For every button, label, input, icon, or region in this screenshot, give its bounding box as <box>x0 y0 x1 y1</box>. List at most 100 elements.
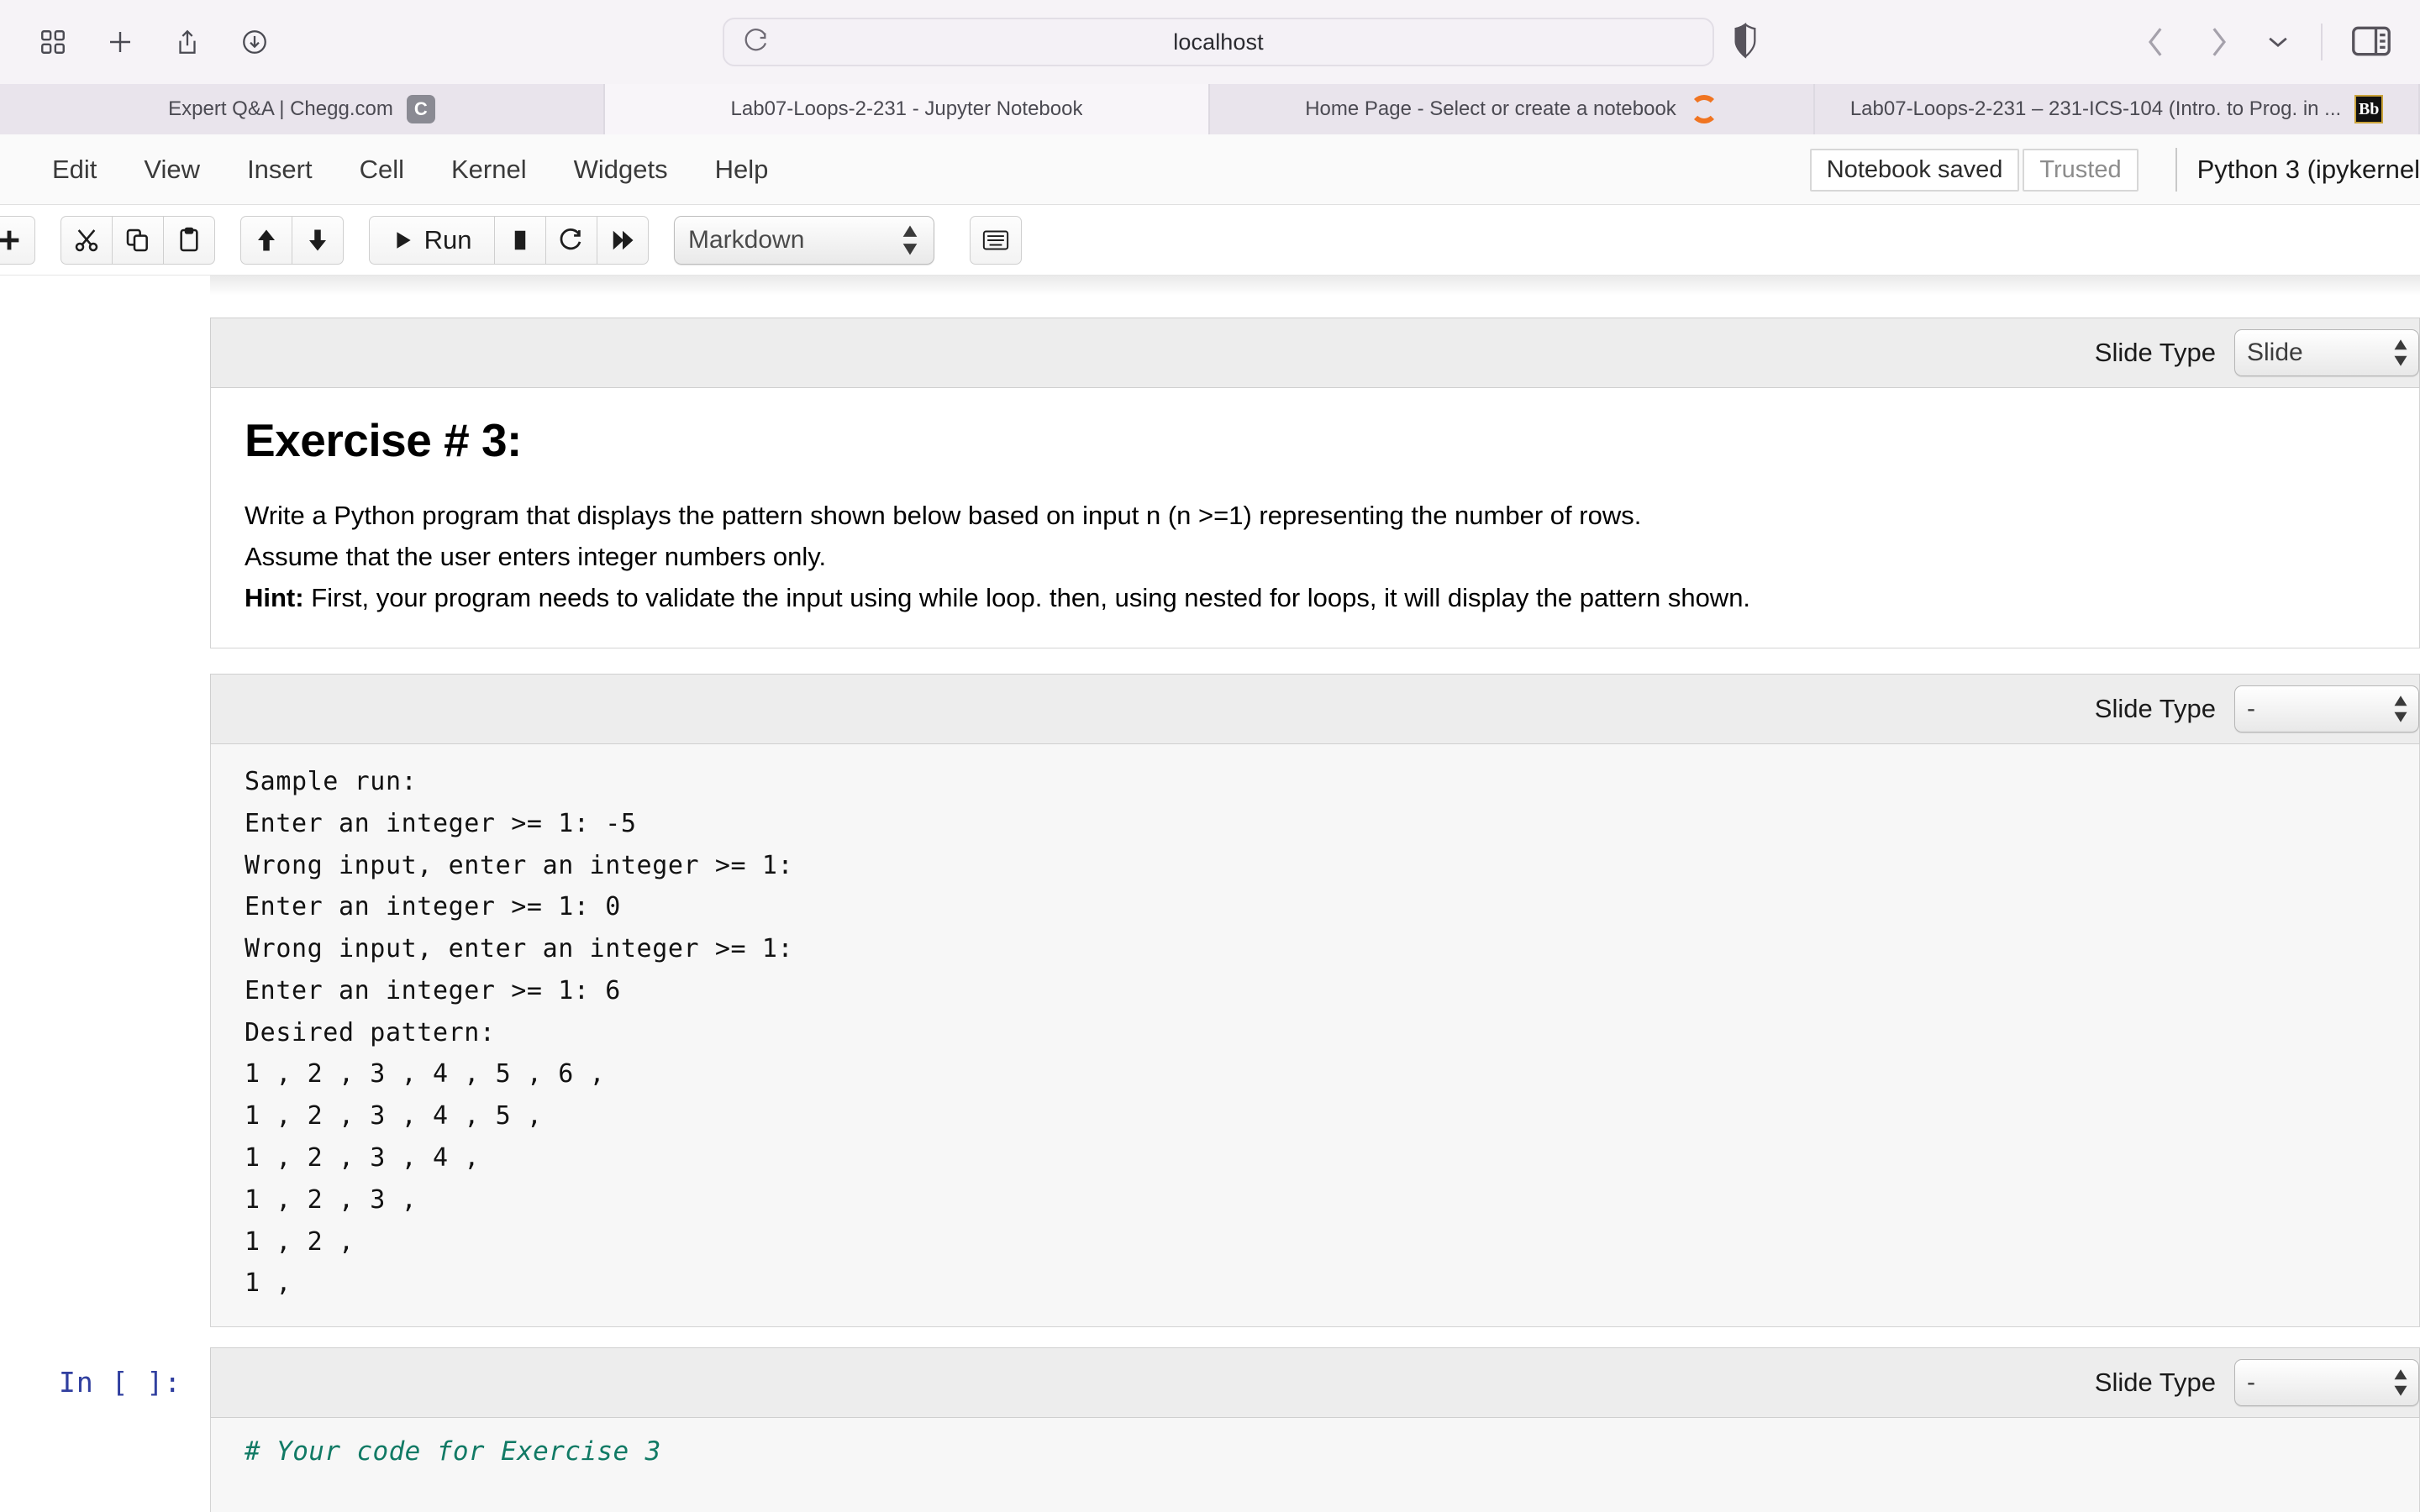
notebook-body: Slide Type Slide Exercise # 3: Write a P… <box>0 276 2420 1512</box>
toolbar-group-insert <box>0 215 35 265</box>
markdown-paragraph-1: Write a Python program that displays the… <box>245 501 1642 530</box>
restart-icon <box>559 227 584 254</box>
plus-icon[interactable] <box>101 23 139 61</box>
plus-icon <box>0 226 24 255</box>
hint-text: First, your program needs to validate th… <box>303 582 1751 612</box>
markdown-paragraph-2: Assume that the user enters integer numb… <box>245 541 827 571</box>
download-icon[interactable] <box>235 23 274 61</box>
chevron-right-icon[interactable] <box>2202 22 2235 62</box>
slide-type-select[interactable]: Slide <box>2234 329 2419 376</box>
grid-icon[interactable] <box>34 23 72 61</box>
markdown-paragraph-3-hint: Hint: First, your program needs to valid… <box>245 578 2386 619</box>
browser-toolbar: localhost <box>0 0 2420 84</box>
browser-toolbar-left-group <box>34 23 274 61</box>
copy-cell-button[interactable] <box>112 215 164 265</box>
arrow-down-icon <box>305 227 330 254</box>
toolbar-group-move <box>240 215 344 265</box>
interrupt-kernel-button[interactable] <box>494 215 546 265</box>
notebook-cell-sample-run[interactable]: Slide Type - Sample run: Enter an intege… <box>210 673 2420 1328</box>
toolbar-group-run: Run <box>369 215 649 265</box>
browser-tab-home-page[interactable]: Home Page - Select or create a notebook <box>1210 84 1815 134</box>
slide-type-select[interactable]: - <box>2234 1359 2419 1407</box>
address-bar-container: localhost <box>723 17 1714 67</box>
move-cell-down-button[interactable] <box>292 215 344 265</box>
slide-type-value: Slide <box>2247 339 2303 366</box>
slide-type-select[interactable]: - <box>2234 685 2419 732</box>
blackboard-favicon-icon: Bb <box>2354 95 2384 123</box>
notebook-cell-code-input-wrap: In [ ]: Slide Type - # Your code for Exe… <box>0 1347 2420 1512</box>
browser-tab-jupyter-notebook[interactable]: Lab07-Loops-2-231 - Jupyter Notebook <box>605 84 1210 134</box>
paste-cell-button[interactable] <box>163 215 215 265</box>
toolbar-divider <box>2321 24 2323 60</box>
kernel-indicator[interactable]: Python 3 (ipykernel <box>2197 155 2420 185</box>
restart-kernel-button[interactable] <box>545 215 597 265</box>
notebook-saved-status: Notebook saved <box>1809 148 2020 192</box>
browser-chrome: localhost Expert Q&A | Chegg.com C Lab07… <box>0 0 2420 134</box>
menu-kernel[interactable]: Kernel <box>428 134 550 205</box>
jupyter-toolbar: Run Markdown <box>0 205 2420 276</box>
chevron-left-icon[interactable] <box>2139 22 2173 62</box>
page-title: Exercise # 3: <box>245 414 522 466</box>
slide-type-label: Slide Type <box>2094 338 2216 367</box>
notebook-cell-markdown-exercise3[interactable]: Slide Type Slide Exercise # 3: Write a P… <box>210 318 2420 648</box>
cell-type-select[interactable]: Markdown <box>674 215 934 265</box>
cut-cell-button[interactable] <box>60 215 113 265</box>
menubar-divider <box>2175 148 2177 192</box>
menu-insert[interactable]: Insert <box>224 134 336 205</box>
reload-icon[interactable] <box>741 28 770 56</box>
menu-help[interactable]: Help <box>692 134 792 205</box>
menu-view[interactable]: View <box>120 134 224 205</box>
menu-cell[interactable]: Cell <box>336 134 428 205</box>
sidebar-toggle-icon[interactable] <box>2351 25 2391 59</box>
move-cell-up-button[interactable] <box>240 215 292 265</box>
shield-icon[interactable] <box>1731 22 1760 60</box>
play-icon <box>392 228 414 252</box>
browser-tab-blackboard[interactable]: Lab07-Loops-2-231 – 231-ICS-104 (Intro. … <box>1815 84 2420 134</box>
keyboard-icon <box>982 228 1009 252</box>
slide-type-label: Slide Type <box>2094 693 2216 723</box>
trusted-status-button[interactable]: Trusted <box>2023 148 2139 192</box>
notebook-cell-code-input[interactable]: Slide Type - # Your code for Exercise 3 <box>210 1347 2420 1512</box>
address-bar[interactable]: localhost <box>723 18 1714 66</box>
arrow-up-icon <box>254 227 279 254</box>
restart-and-run-all-button[interactable] <box>597 215 649 265</box>
menu-edit[interactable]: Edit <box>29 134 120 205</box>
browser-tab-chegg[interactable]: Expert Q&A | Chegg.com C <box>0 84 605 134</box>
scissors-icon <box>73 227 100 254</box>
scroll-shadow <box>210 276 2420 296</box>
code-editor-area[interactable]: # Your code for Exercise 3 <box>210 1418 2420 1512</box>
browser-toolbar-right-group <box>2139 22 2391 62</box>
input-prompt: In [ ]: <box>59 1366 182 1399</box>
copy-icon <box>124 227 151 254</box>
chevron-down-icon[interactable] <box>2264 28 2292 56</box>
code-editor-text: # Your code for Exercise 3 <box>245 1436 661 1467</box>
run-cell-button[interactable]: Run <box>369 215 495 265</box>
menu-widgets[interactable]: Widgets <box>550 134 692 205</box>
fast-forward-icon <box>609 228 636 253</box>
menubar-status-group: Notebook saved Trusted Python 3 (ipykern… <box>1809 134 2420 205</box>
hint-prefix: Hint: <box>245 582 304 612</box>
stop-square-icon <box>508 227 533 254</box>
share-icon[interactable] <box>168 23 207 61</box>
stepper-arrows-icon <box>2393 1369 2408 1397</box>
jupyter-menubar: Edit View Insert Cell Kernel Widgets Hel… <box>0 134 2420 205</box>
loading-spinner-icon <box>1689 95 1718 123</box>
cell-slide-type-bar: Slide Type - <box>210 673 2420 744</box>
paste-icon <box>176 227 203 254</box>
slide-type-label: Slide Type <box>2094 1368 2216 1398</box>
toolbar-group-clipboard <box>60 215 215 265</box>
stepper-arrows-icon <box>2393 339 2408 366</box>
cell-type-value: Markdown <box>688 225 805 254</box>
browser-tab-label: Lab07-Loops-2-231 - Jupyter Notebook <box>730 97 1083 120</box>
cell-slide-type-bar: Slide Type Slide <box>210 318 2420 388</box>
markdown-cell-content[interactable]: Exercise # 3: Write a Python program tha… <box>210 388 2420 648</box>
browser-tab-label: Expert Q&A | Chegg.com <box>168 97 393 120</box>
slide-type-value: - <box>2247 1368 2255 1397</box>
keyboard-shortcut-button[interactable] <box>970 215 1022 265</box>
stepper-arrows-icon <box>902 225 918 255</box>
tab-strip: Expert Q&A | Chegg.com C Lab07-Loops-2-2… <box>0 84 2420 134</box>
toolbar-group-keyboard <box>970 215 1022 265</box>
insert-cell-below-button[interactable] <box>0 215 35 265</box>
sample-run-output[interactable]: Sample run: Enter an integer >= 1: -5 Wr… <box>210 743 2420 1328</box>
slide-type-value: - <box>2247 694 2255 722</box>
